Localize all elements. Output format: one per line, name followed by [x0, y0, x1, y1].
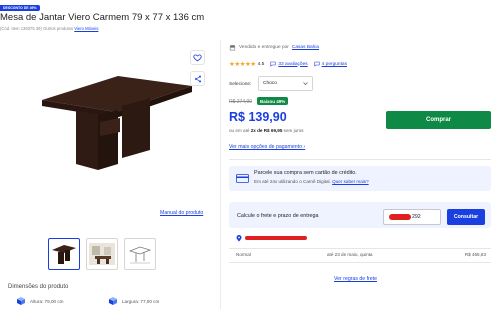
column-divider: [220, 40, 221, 309]
room-thumbnail: [89, 243, 115, 265]
payment-options-label: Ver mais opções de pagamento: [229, 144, 302, 150]
discount-badge: DESCONTO DE 49%: [0, 5, 40, 11]
seller-link[interactable]: Casas Bahia: [292, 45, 319, 50]
thumbnail-strip: [48, 238, 156, 270]
shipping-price: R$ 465,83: [464, 252, 486, 257]
rating-score: 4.5: [257, 61, 265, 67]
table-thumbnail: [52, 245, 76, 264]
product-image[interactable]: [40, 70, 200, 180]
table-leg-left: [76, 110, 98, 170]
store-icon: [229, 45, 236, 51]
promo-subtitle: Em até 24x utilizando o Carnê Digital. Q…: [254, 179, 369, 184]
brand-link[interactable]: Viero Móveis: [74, 26, 98, 31]
divider: [229, 248, 491, 249]
price-drop-badge: Baixou 49%: [257, 97, 289, 105]
divider: [229, 159, 491, 160]
dimensions-title: Dimensões do produto: [8, 284, 69, 290]
product-title: Mesa de Jantar Viero Carmem 79 x 77 x 13…: [0, 12, 205, 23]
thumbnail-2[interactable]: [86, 238, 118, 270]
width-dimension: Largura: 77,00 cm: [108, 296, 159, 306]
rating-row: ★★★★★ 4.5 33 avaliações 4 perguntas: [229, 60, 347, 68]
promo-subtitle-text: Em até 24x utilizando o Carnê Digital.: [254, 179, 331, 184]
redaction-mark: [389, 214, 411, 220]
heart-icon: [193, 54, 202, 62]
cep-input[interactable]: 292: [383, 209, 441, 225]
cube-icon: [17, 297, 25, 305]
shipping-type: Normal: [236, 252, 251, 257]
variant-select[interactable]: Choco: [258, 76, 313, 91]
old-price: R$ 274,90: [229, 99, 253, 105]
table-leg-back: [122, 98, 150, 158]
promo-title: Parcele sua compra sem cartão de crédito…: [254, 170, 357, 176]
shipping-date: até 23 de maio, quinta: [327, 252, 373, 257]
height-dimension: Altura: 79,00 cm: [16, 296, 63, 306]
favorite-button[interactable]: [190, 50, 205, 65]
chevron-down-icon: [303, 82, 308, 85]
rating-stars: ★★★★★: [229, 61, 256, 68]
thumbnail-1[interactable]: [48, 238, 80, 270]
reviews-link[interactable]: 33 avaliações: [278, 62, 307, 67]
product-meta: (Cód. Item 139375 39) Outros produtos Vi…: [0, 26, 98, 31]
installments-text: ou em até 2x de R$ 69,95 sem juros: [229, 128, 304, 133]
height-value: Altura: 79,00 cm: [30, 298, 64, 304]
other-products-label: Outros produtos: [43, 26, 74, 31]
cube-icon: [109, 297, 117, 305]
chevron-right-icon: ›: [303, 144, 306, 150]
variant-label: Selecione:: [229, 82, 252, 87]
promo-link[interactable]: Quer saber mais?: [332, 179, 369, 184]
address-redaction: [245, 236, 307, 240]
freight-label: Calcule o frete e prazo de entrega: [237, 213, 319, 219]
width-value: Largura: 77,00 cm: [122, 298, 160, 304]
buy-button[interactable]: Comprar: [386, 111, 491, 129]
share-button[interactable]: [190, 71, 205, 86]
consult-button[interactable]: Consultar: [447, 209, 485, 225]
seller-info: Vendido e entregue por Casas Bahia: [229, 44, 319, 51]
installments-value: 2x de R$ 69,95: [250, 128, 283, 133]
payment-options-link[interactable]: Ver mais opções de pagamento ›: [229, 144, 305, 150]
installments-suffix: sem juros: [283, 128, 304, 133]
reviews-icon: [270, 61, 276, 67]
freight-rules-link[interactable]: Ver regras de frete: [334, 276, 377, 282]
questions-link[interactable]: 4 perguntas: [322, 62, 347, 67]
current-price: R$ 139,90: [229, 110, 287, 124]
manual-link[interactable]: Manual do produto: [160, 210, 203, 216]
divider: [229, 262, 491, 263]
share-icon: [194, 75, 201, 82]
seller-prefix: Vendido e entregue por: [239, 45, 289, 50]
location-pin-icon: [236, 235, 242, 242]
product-code: (Cód. Item 139375 39): [0, 26, 42, 31]
variant-value: Choco: [263, 81, 277, 86]
thumbnail-3[interactable]: [124, 238, 156, 270]
installments-prefix: ou em até: [229, 128, 250, 133]
card-icon: [236, 174, 249, 183]
cep-value: 292: [412, 214, 421, 220]
questions-icon: [314, 61, 320, 67]
diagram-thumbnail: [128, 246, 152, 264]
